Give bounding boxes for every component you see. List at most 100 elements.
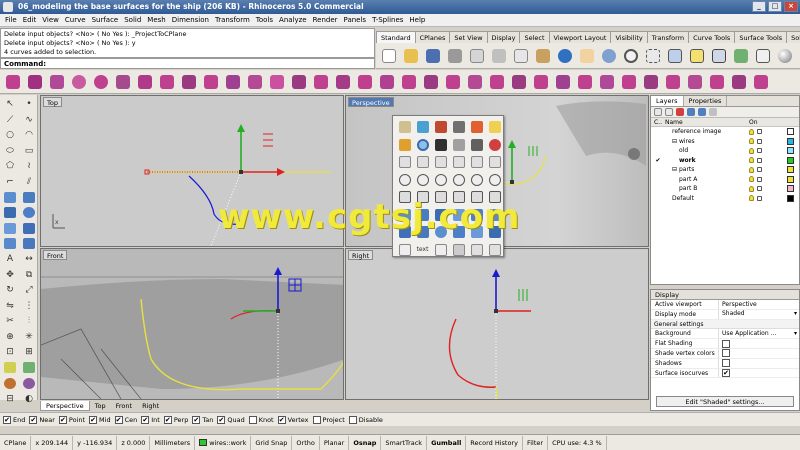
- layer-name[interactable]: part B: [679, 185, 697, 192]
- cut-icon[interactable]: [489, 46, 509, 66]
- edit-shaded-settings-button[interactable]: Edit "Shaded" settings...: [656, 396, 794, 407]
- zoom-selected-icon[interactable]: [687, 46, 707, 66]
- tspline-merge-icon[interactable]: [663, 72, 683, 92]
- new-layer-icon[interactable]: [654, 108, 662, 116]
- popup-curve-d-icon[interactable]: [450, 154, 467, 171]
- vptab-perspective[interactable]: Perspective: [40, 401, 90, 411]
- tab-cplanes[interactable]: CPlanes: [414, 31, 451, 43]
- mirror-icon[interactable]: ⇋: [1, 299, 19, 314]
- layer-name[interactable]: Default: [672, 195, 694, 202]
- menu-surface[interactable]: Surface: [89, 14, 122, 27]
- group-icon[interactable]: ⊟: [1, 392, 19, 407]
- print-icon[interactable]: [445, 46, 465, 66]
- save-disk-icon[interactable]: [423, 46, 443, 66]
- popup-leader-icon[interactable]: [432, 242, 449, 259]
- osnap-checkbox[interactable]: ✔: [277, 415, 286, 424]
- tab-properties[interactable]: Properties: [684, 96, 728, 106]
- tspline-append-icon[interactable]: [619, 72, 639, 92]
- lock-icon[interactable]: [757, 195, 762, 201]
- menu-analyze[interactable]: Analyze: [276, 14, 310, 27]
- layer-color-swatch[interactable]: [786, 137, 794, 145]
- paste-icon[interactable]: [533, 46, 553, 66]
- tspline-convert-icon[interactable]: [509, 72, 529, 92]
- viewport-label-perspective[interactable]: Perspective: [348, 97, 394, 107]
- menu-panels[interactable]: Panels: [341, 14, 370, 27]
- popup-lock-icon[interactable]: [450, 119, 467, 136]
- lightbulb-icon[interactable]: [749, 185, 754, 192]
- tspline-thicken-icon[interactable]: [465, 72, 485, 92]
- curve-icon[interactable]: ∿: [20, 113, 38, 128]
- point-icon[interactable]: •: [20, 97, 38, 112]
- current-layer-check[interactable]: ✔: [651, 156, 665, 166]
- lock-icon[interactable]: [757, 138, 762, 144]
- layer-name[interactable]: wires: [679, 138, 695, 145]
- tspline-options-icon[interactable]: [729, 72, 749, 92]
- osnap-checkbox[interactable]: ✔: [192, 415, 201, 424]
- osnap-perp[interactable]: ✔ Perp: [163, 415, 188, 424]
- ellipse-icon[interactable]: ⬭: [1, 144, 19, 159]
- rotate-icon[interactable]: ↻: [1, 283, 19, 298]
- trim-icon[interactable]: ✂: [1, 314, 19, 329]
- layer-row[interactable]: ✔ work: [651, 155, 799, 166]
- fillet-curve-icon[interactable]: ⌐: [1, 175, 19, 190]
- circle-icon[interactable]: ○: [1, 128, 19, 143]
- offset-curve-icon[interactable]: ⫽: [20, 175, 38, 190]
- popup-grid-icon[interactable]: [396, 119, 413, 136]
- status-ortho-button[interactable]: Ortho: [292, 435, 320, 450]
- popup-more-icon[interactable]: [486, 242, 503, 259]
- lock-icon[interactable]: [757, 186, 762, 192]
- vptab-top[interactable]: Top: [90, 401, 111, 411]
- popup-dim-icon[interactable]: [396, 242, 413, 259]
- osnap-checkbox[interactable]: ✔: [141, 415, 150, 424]
- menu-help[interactable]: Help: [406, 14, 428, 27]
- move-up-icon[interactable]: [687, 108, 695, 116]
- tspline-extrude-icon[interactable]: [179, 72, 199, 92]
- menu-file[interactable]: File: [2, 14, 20, 27]
- osnap-knot[interactable]: Knot: [248, 415, 274, 424]
- osnap-checkbox[interactable]: ✔: [58, 415, 67, 424]
- layer-color-swatch[interactable]: [786, 185, 794, 193]
- menu-solid[interactable]: Solid: [121, 14, 144, 27]
- zoom-icon[interactable]: [621, 46, 641, 66]
- tab-solid-tools[interactable]: Solid To: [786, 31, 800, 43]
- layer-row[interactable]: part A: [651, 175, 799, 185]
- fillet-edge-icon[interactable]: [1, 237, 19, 252]
- select-arrow-icon[interactable]: ↖: [1, 97, 19, 112]
- display-mode-select[interactable]: Shaded ▾: [719, 310, 799, 319]
- viewport-label-top[interactable]: Top: [43, 97, 62, 107]
- rectangle-icon[interactable]: ▭: [20, 144, 38, 159]
- osnap-checkbox[interactable]: ✔: [217, 415, 226, 424]
- tspline-insert-icon[interactable]: [333, 72, 353, 92]
- layer-name[interactable]: part A: [679, 176, 697, 183]
- tspline-manipulator-icon[interactable]: [267, 72, 287, 92]
- sphere-icon[interactable]: [20, 206, 38, 221]
- tab-display[interactable]: Display: [486, 31, 521, 43]
- popup-shaded-icon[interactable]: [432, 119, 449, 136]
- vptab-front[interactable]: Front: [111, 401, 137, 411]
- menu-curve[interactable]: Curve: [62, 14, 89, 27]
- osnap-checkbox[interactable]: [248, 415, 257, 424]
- popup-lamp-icon[interactable]: [396, 137, 413, 154]
- setting-checkbox[interactable]: [722, 349, 730, 358]
- popup-camera-icon[interactable]: [468, 137, 485, 154]
- delete-layer-icon[interactable]: [676, 108, 684, 116]
- status-osnap-button[interactable]: Osnap: [349, 435, 382, 450]
- status-units[interactable]: Millimeters: [150, 435, 196, 450]
- move-down-icon[interactable]: [698, 108, 706, 116]
- status-smarttrack-button[interactable]: SmartTrack: [381, 435, 428, 450]
- popup-circle-e-icon[interactable]: [468, 172, 485, 189]
- popup-pin-icon[interactable]: [486, 137, 503, 154]
- osnap-checkbox[interactable]: ✔: [3, 415, 11, 424]
- extrude-icon[interactable]: [20, 190, 38, 205]
- lightbulb-icon[interactable]: [749, 195, 754, 202]
- layer-color-swatch[interactable]: [786, 175, 794, 183]
- tspline-box-icon[interactable]: [25, 72, 45, 92]
- tspline-rail-icon[interactable]: [223, 72, 243, 92]
- lock-icon[interactable]: [757, 167, 762, 173]
- tspline-box-mode-icon[interactable]: [553, 72, 573, 92]
- tspline-cylinder-icon[interactable]: [47, 72, 67, 92]
- viewport-right[interactable]: Right: [345, 248, 649, 400]
- osnap-tan[interactable]: ✔ Tan: [192, 415, 213, 424]
- popup-block-icon[interactable]: [468, 242, 485, 259]
- popup-hatch-icon[interactable]: [450, 242, 467, 259]
